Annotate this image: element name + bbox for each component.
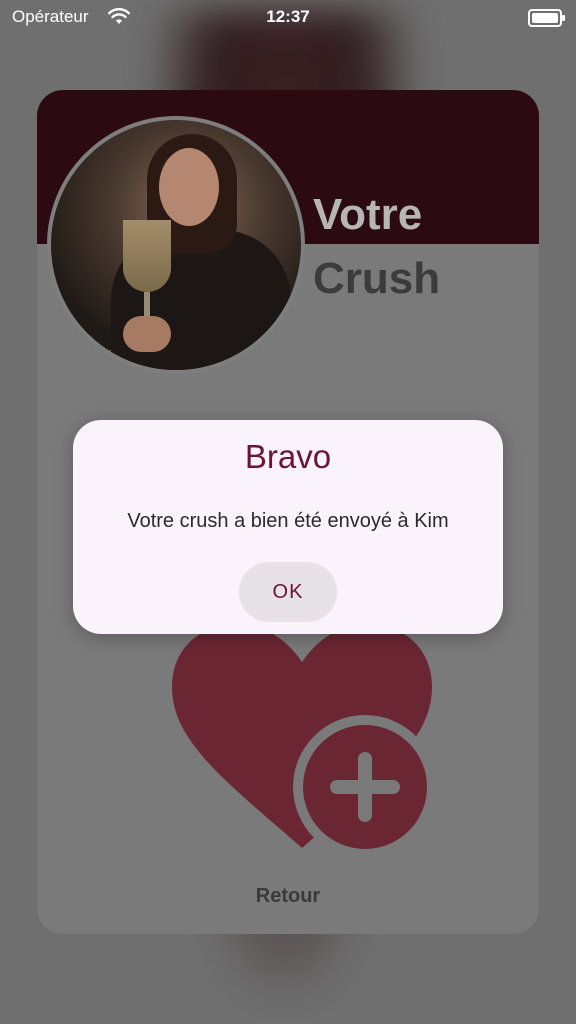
profile-photo [47, 116, 305, 374]
dialog-message: Votre crush a bien été envoyé à Kim [127, 510, 449, 532]
confirmation-dialog: Bravo Votre crush a bien été envoyé à Ki… [73, 420, 503, 634]
card-title-line2: Crush [313, 254, 441, 303]
ok-button[interactable]: OK [239, 562, 337, 622]
dialog-title: Bravo [244, 438, 332, 475]
card-title-line1: Votre [313, 190, 423, 239]
back-button[interactable]: Retour [37, 885, 539, 908]
battery-icon [528, 9, 565, 27]
heart-plus-icon[interactable] [167, 622, 437, 859]
status-bar: Opérateur 12:37 [0, 0, 576, 36]
clock: 12:37 [266, 7, 310, 26]
